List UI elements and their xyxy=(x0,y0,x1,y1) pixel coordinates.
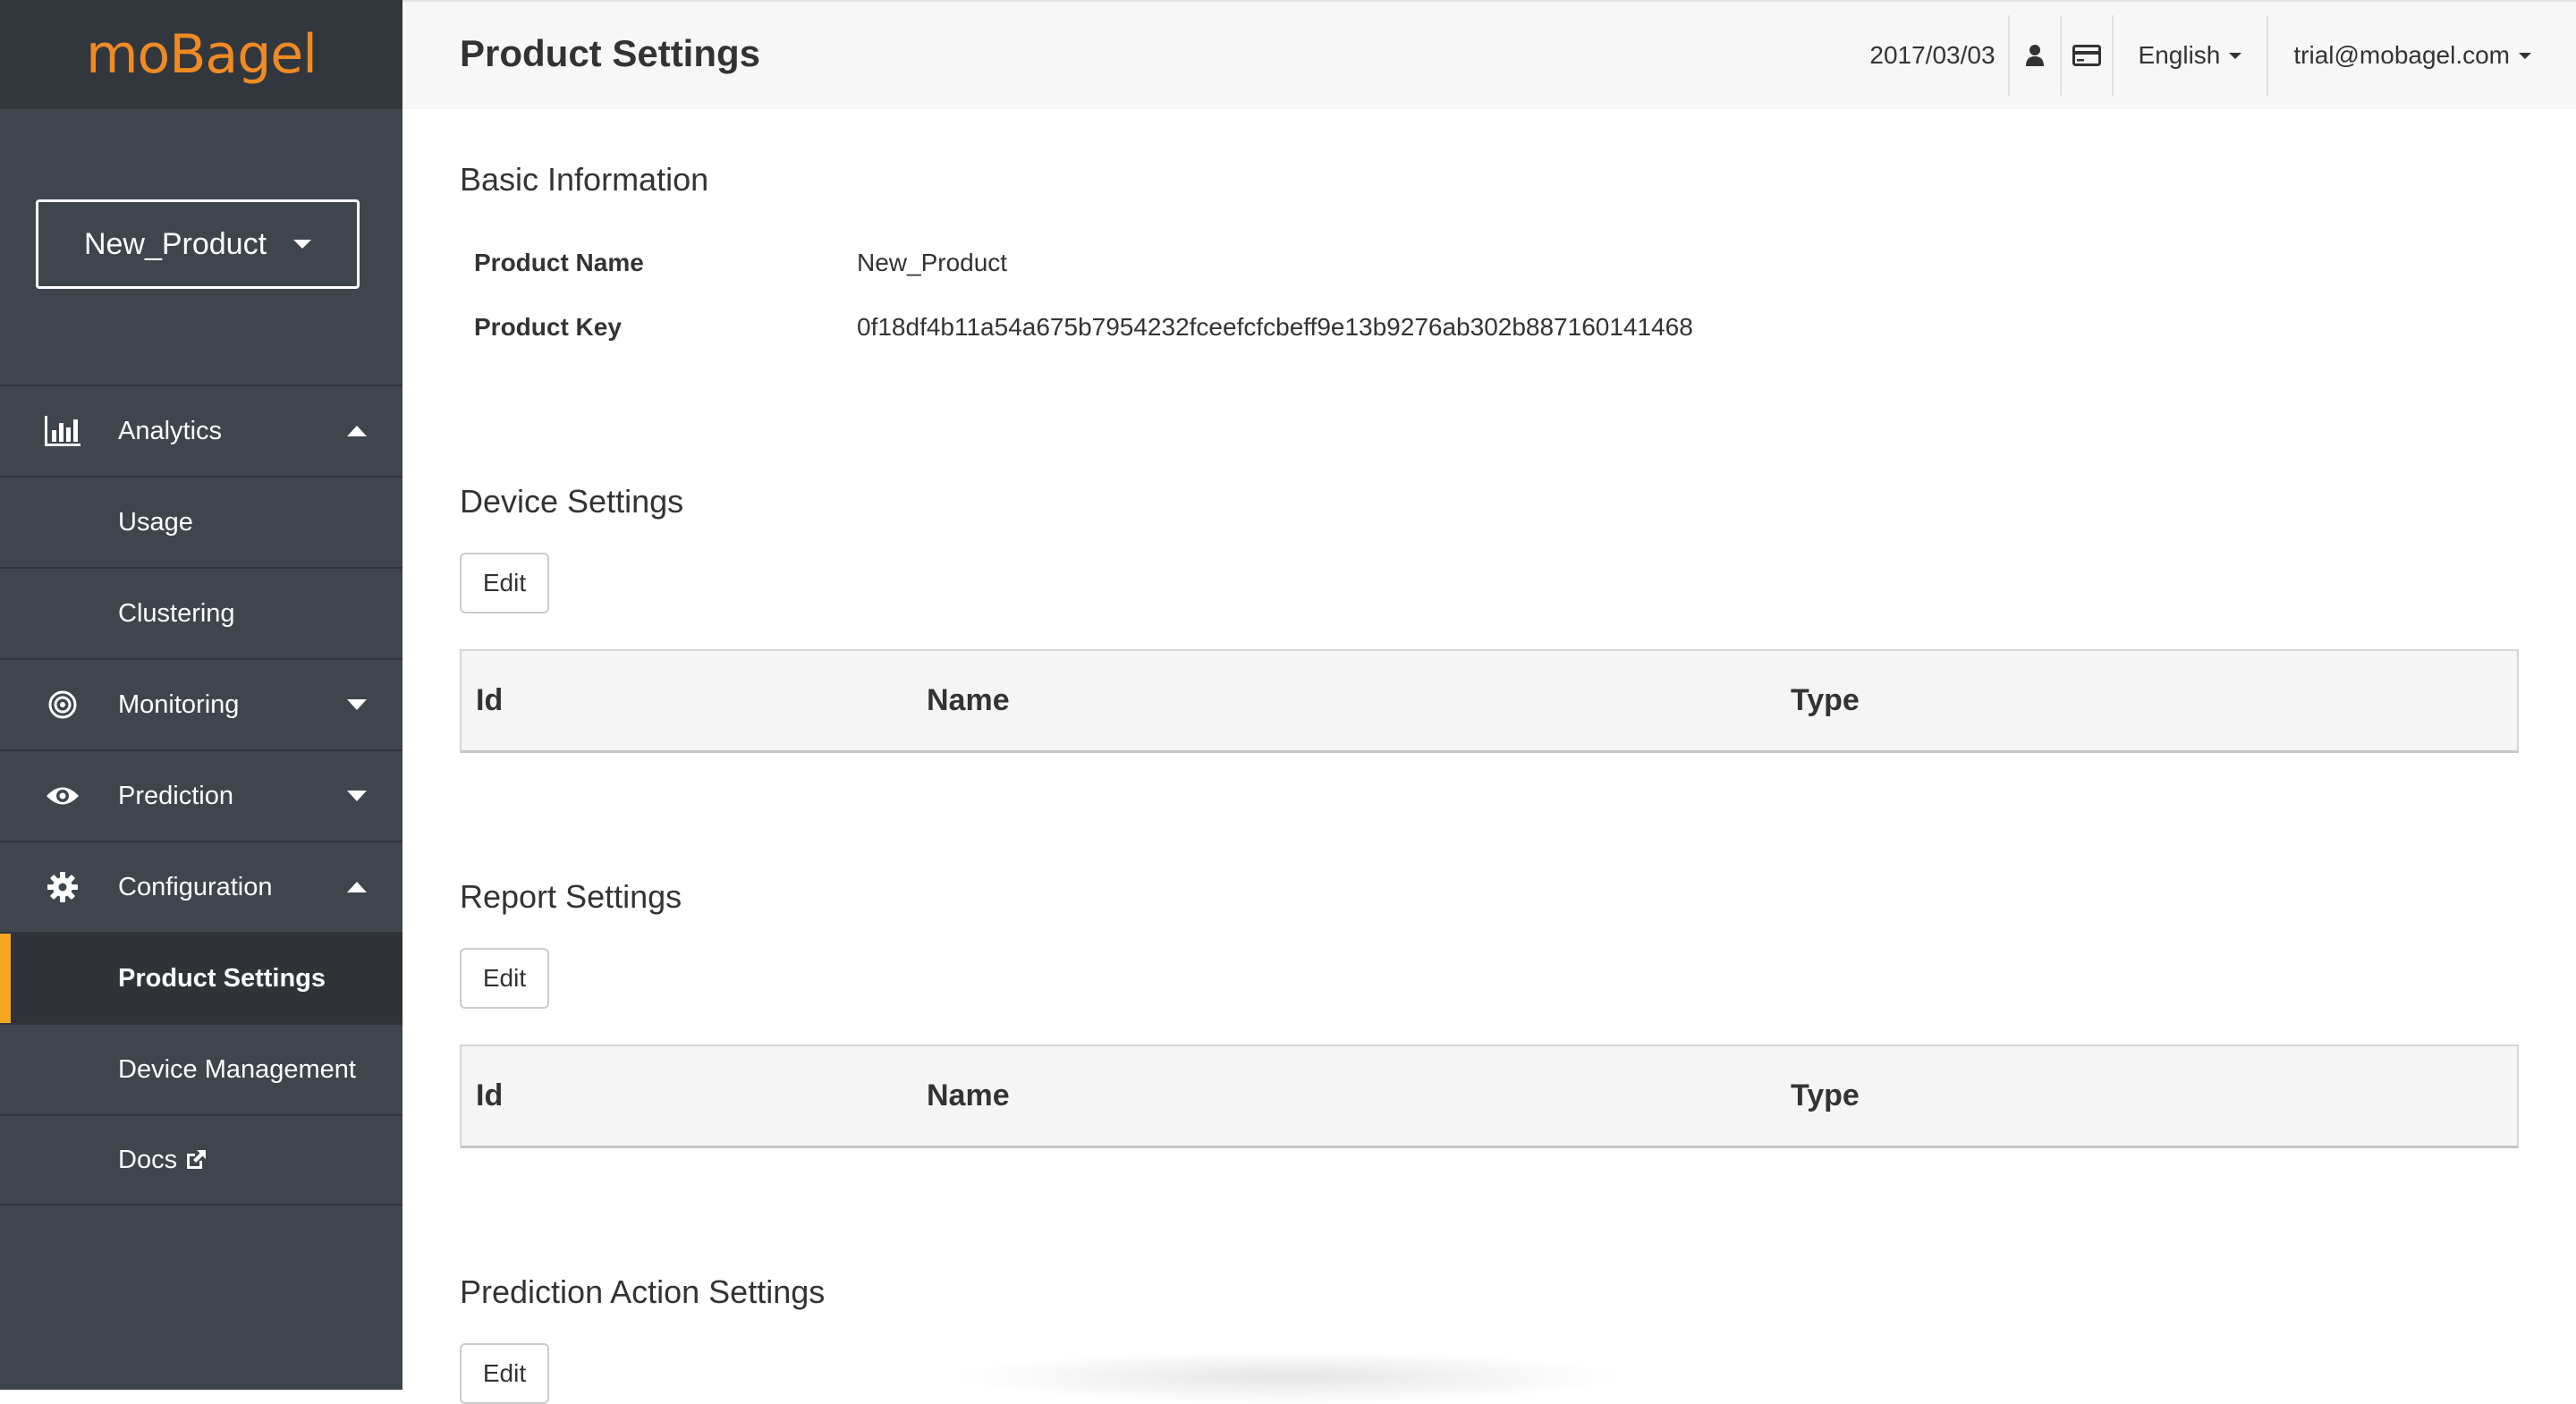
top-header: Product Settings 2017/03/03 English tria… xyxy=(402,0,2576,109)
chevron-down-icon xyxy=(293,240,312,249)
bottom-shadow xyxy=(948,1350,1628,1404)
language-label: English xyxy=(2138,41,2221,69)
product-key-label: Product Key xyxy=(474,313,622,341)
target-icon xyxy=(45,687,80,723)
chevron-down-icon xyxy=(2519,52,2531,59)
external-link-icon xyxy=(184,1148,208,1171)
sidebar-item-usage[interactable]: Usage xyxy=(0,476,402,567)
sidebar-item-label: Analytics xyxy=(118,416,223,445)
product-selector-label: New_Product xyxy=(83,226,267,261)
report-settings-title: Report Settings xyxy=(460,878,682,915)
device-settings-edit-button[interactable]: Edit xyxy=(460,553,549,613)
device-settings-table-header: Id Name Type xyxy=(460,649,2519,753)
product-key-value: 0f18df4b11a54a675b7954232fceefcfcbeff9e1… xyxy=(857,313,1693,341)
chevron-down-icon xyxy=(347,699,367,710)
product-name-value: New_Product xyxy=(857,249,1008,276)
column-header-name[interactable]: Name xyxy=(927,1078,1010,1113)
sidebar-item-docs-label: Docs xyxy=(118,1146,208,1175)
eye-icon xyxy=(45,778,80,814)
sidebar-item-label: Docs xyxy=(118,1145,178,1174)
sidebar-item-label: Usage xyxy=(118,507,193,537)
product-name-label: Product Name xyxy=(474,249,644,276)
chevron-up-icon xyxy=(347,426,367,436)
user-menu-dropdown[interactable]: trial@mobagel.com xyxy=(2268,41,2576,70)
logo-bar: moBagel xyxy=(0,0,402,109)
column-header-type[interactable]: Type xyxy=(1791,683,1860,718)
gear-icon xyxy=(45,869,80,905)
header-toolbar: 2017/03/03 English trial@mobagel.com xyxy=(1869,2,2576,109)
user-email: trial@mobagel.com xyxy=(2293,41,2510,69)
chevron-down-icon xyxy=(2229,52,2242,59)
sidebar-item-device-management[interactable]: Device Management xyxy=(0,1023,402,1114)
column-header-name[interactable]: Name xyxy=(927,683,1010,718)
sidebar-item-analytics[interactable]: Analytics xyxy=(0,385,402,476)
product-selector[interactable]: New_Product xyxy=(36,199,360,289)
header-date: 2017/03/03 xyxy=(1869,41,1996,69)
report-settings-edit-button[interactable]: Edit xyxy=(460,948,549,1009)
sidebar-nav: Analytics Usage Clustering Monitoring Pr… xyxy=(0,385,402,1205)
column-header-type[interactable]: Type xyxy=(1791,1078,1860,1113)
sidebar-item-prediction[interactable]: Prediction xyxy=(0,749,402,841)
column-header-id[interactable]: Id xyxy=(476,683,503,718)
sidebar-item-label: Prediction xyxy=(118,781,233,810)
prediction-action-settings-edit-button[interactable]: Edit xyxy=(460,1343,549,1404)
sidebar-item-label: Product Settings xyxy=(118,963,326,993)
user-icon[interactable] xyxy=(2010,29,2060,82)
sidebar: moBagel New_Product Analytics Usage Clus… xyxy=(0,0,402,1390)
report-settings-table-header: Id Name Type xyxy=(460,1045,2519,1148)
device-settings-title: Device Settings xyxy=(460,483,684,520)
basic-info-title: Basic Information xyxy=(460,161,709,198)
sidebar-item-label: Clustering xyxy=(118,598,235,628)
credit-card-icon[interactable] xyxy=(2062,29,2112,82)
sidebar-item-docs[interactable]: Docs xyxy=(0,1114,402,1205)
sidebar-item-product-settings[interactable]: Product Settings xyxy=(0,932,402,1023)
sidebar-item-configuration[interactable]: Configuration xyxy=(0,841,402,932)
sidebar-item-label: Device Management xyxy=(118,1054,356,1084)
chevron-down-icon xyxy=(347,791,367,801)
chevron-up-icon xyxy=(347,882,367,892)
sidebar-item-label: Monitoring xyxy=(118,689,240,719)
page-title: Product Settings xyxy=(460,32,761,74)
prediction-action-settings-title: Prediction Action Settings xyxy=(460,1273,826,1310)
bar-chart-icon xyxy=(45,413,80,449)
column-header-id[interactable]: Id xyxy=(476,1078,503,1113)
language-dropdown[interactable]: English xyxy=(2114,41,2267,70)
mobagel-logo[interactable]: moBagel xyxy=(86,23,318,86)
sidebar-item-label: Configuration xyxy=(118,872,273,901)
sidebar-item-clustering[interactable]: Clustering xyxy=(0,567,402,658)
sidebar-item-monitoring[interactable]: Monitoring xyxy=(0,658,402,749)
